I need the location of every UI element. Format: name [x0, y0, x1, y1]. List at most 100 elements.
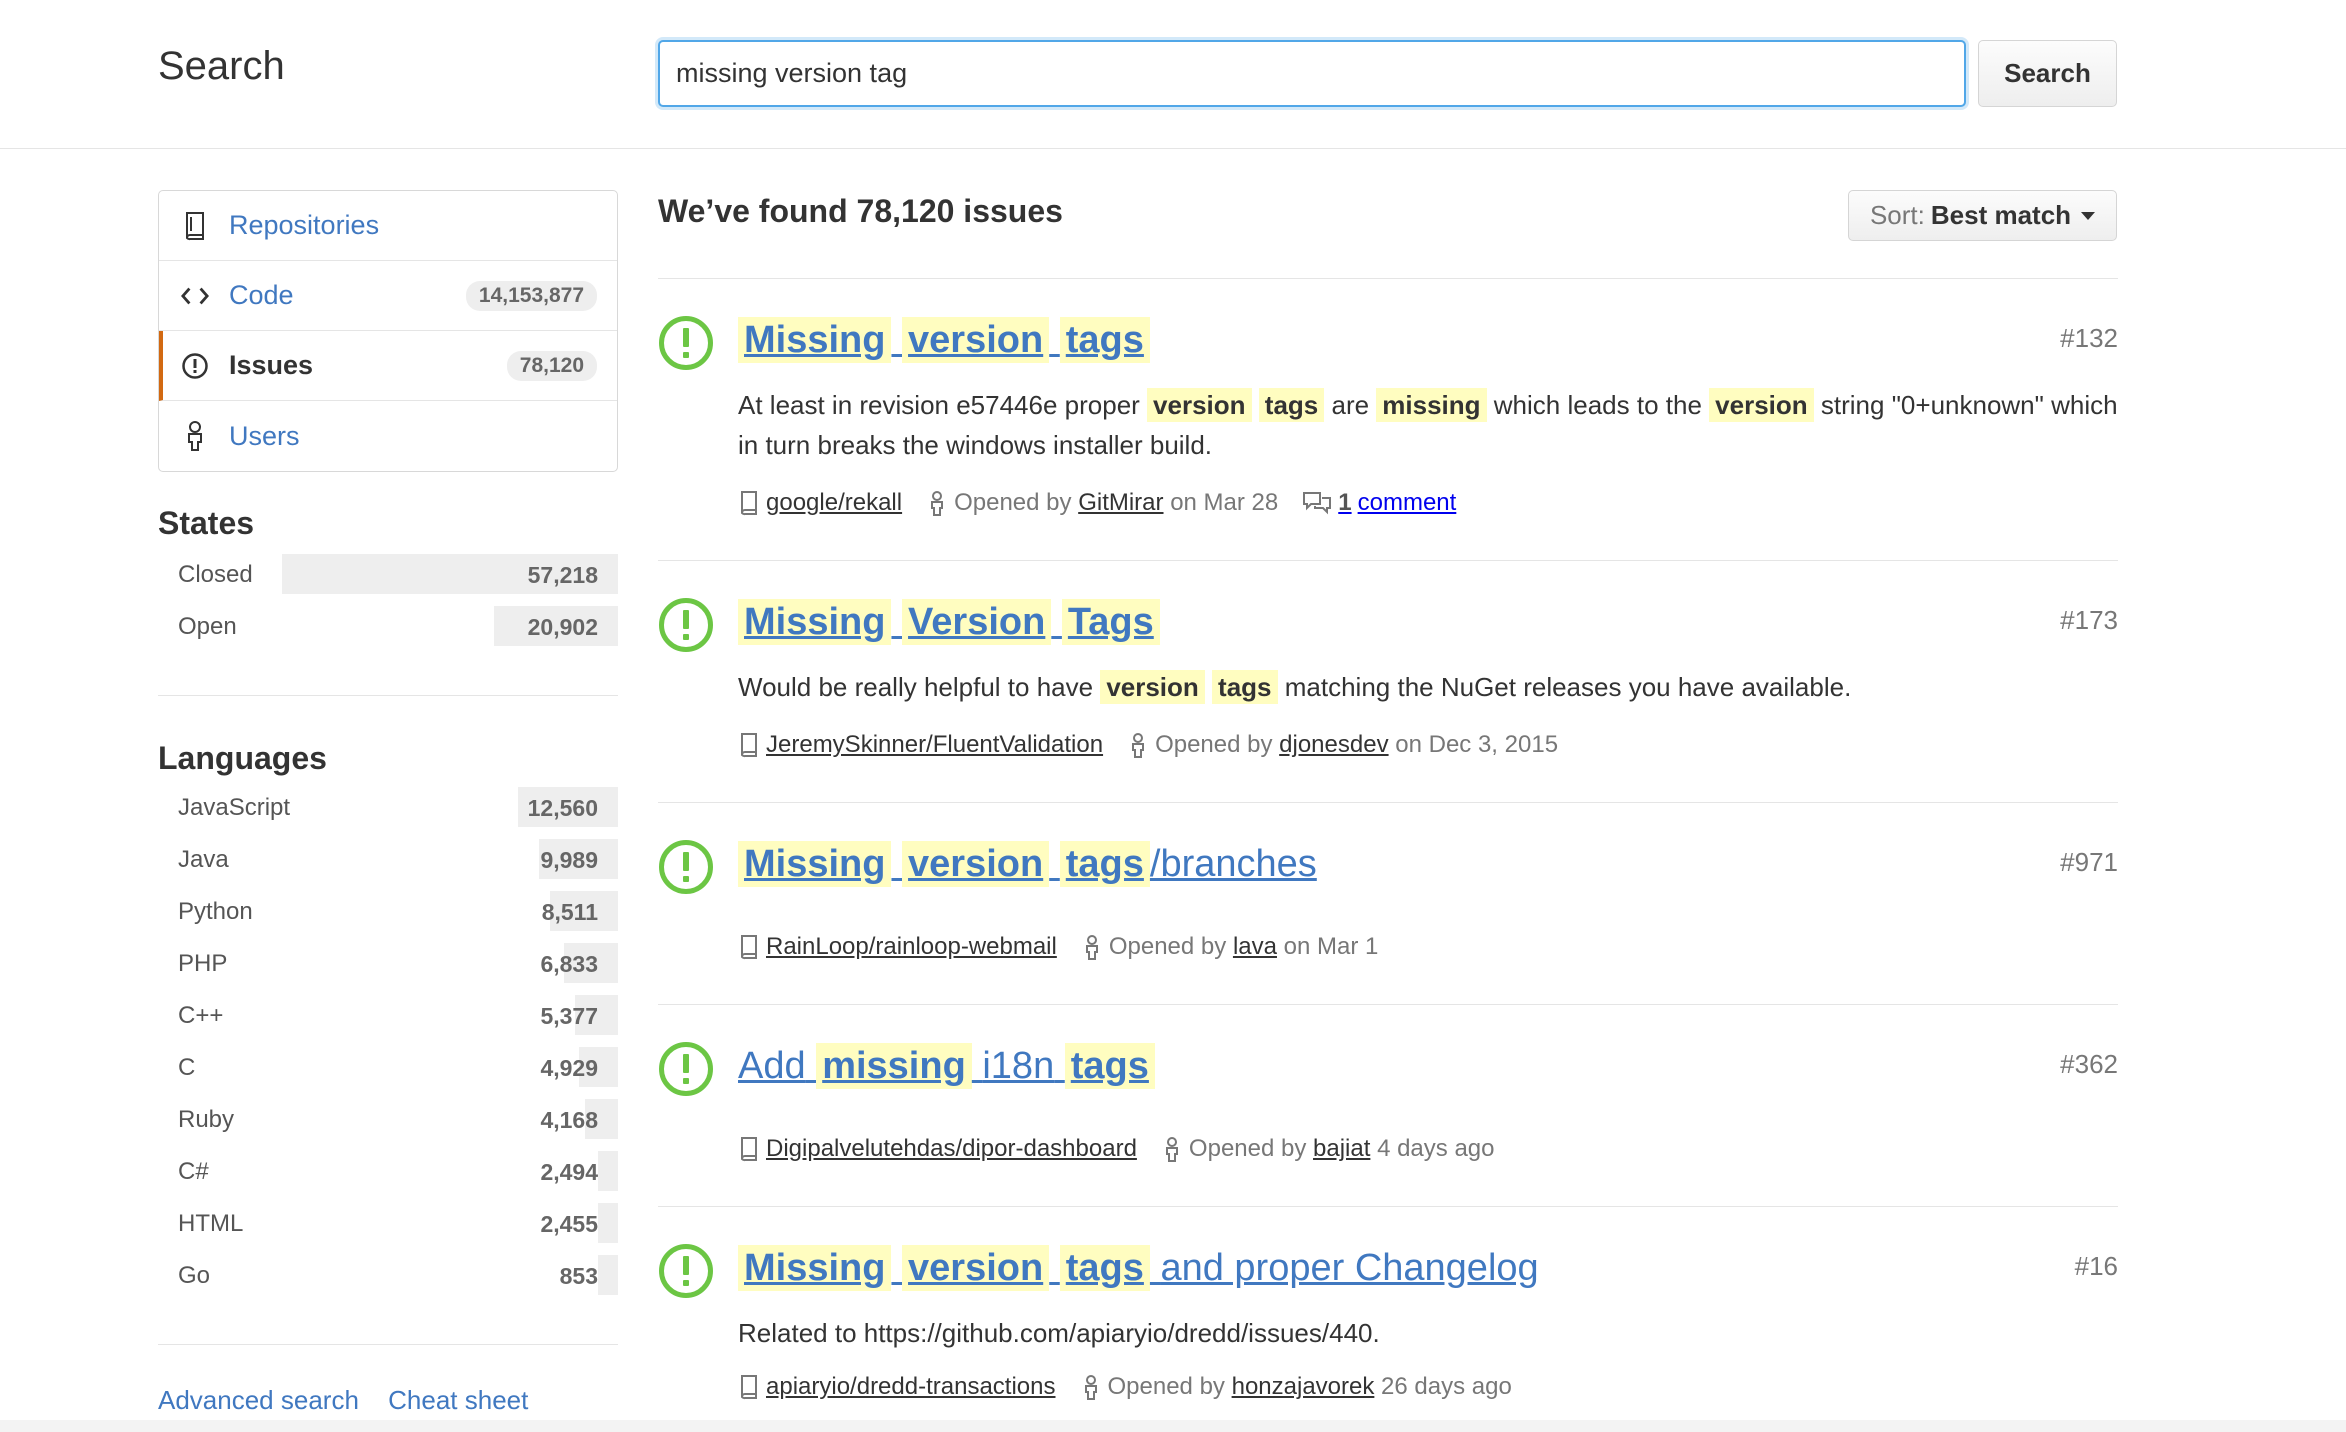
nav-label-code: Code — [229, 280, 294, 310]
facet-language-go[interactable]: Go 853 — [158, 1255, 618, 1295]
repo-link[interactable]: RainLoop/rainloop-webmail — [766, 933, 1057, 961]
facet-count: 20,902 — [527, 614, 598, 640]
person-icon — [1161, 1136, 1183, 1162]
facet-count: 2,494 — [540, 1159, 598, 1185]
repo-link[interactable]: apiaryio/dredd-transactions — [766, 1373, 1056, 1401]
search-input[interactable] — [658, 40, 1966, 107]
cheat-sheet-link[interactable]: Cheat sheet — [388, 1385, 528, 1415]
issue-body: Related to https://github.com/apiaryio/d… — [738, 1313, 2118, 1353]
title-text: i18n — [982, 1045, 1055, 1087]
nav-item-code[interactable]: Code 14,153,877 — [159, 261, 617, 331]
nav-item-users[interactable]: Users — [159, 401, 617, 471]
highlighted-term: missing — [1376, 388, 1487, 422]
page-title: Search — [158, 44, 285, 88]
issue-number: #362 — [2060, 1049, 2118, 1079]
opened-info: Opened by lava on Mar 1 — [1081, 933, 1379, 961]
body-text: At least in revision e57446e proper — [738, 390, 1140, 420]
author-link[interactable]: lava — [1233, 933, 1277, 961]
facet-state-open[interactable]: Open 20,902 — [158, 606, 618, 646]
author-link[interactable]: djonesdev — [1279, 731, 1388, 759]
facet-label: Ruby — [178, 1106, 235, 1133]
facet-language-c[interactable]: C 4,929 — [158, 1047, 618, 1087]
footer-links: Advanced search Cheat sheet — [158, 1385, 550, 1416]
facet-count: 6,833 — [540, 951, 598, 977]
opened-when: on Mar 1 — [1283, 933, 1379, 960]
issue-opened-icon — [658, 315, 714, 371]
opened-when: on Dec 3, 2015 — [1395, 731, 1559, 758]
comments-link[interactable]: 1 comment — [1302, 489, 1456, 517]
facet-label: Java — [178, 846, 229, 873]
facet-language-ruby[interactable]: Ruby 4,168 — [158, 1099, 618, 1139]
languages-title: Languages — [158, 740, 327, 776]
opened-by-label: Opened by — [954, 489, 1072, 516]
nav-label-repositories: Repositories — [229, 210, 380, 240]
facet-bar — [598, 1255, 618, 1295]
issue-body: At least in revision e57446e proper vers… — [738, 385, 2118, 465]
nav-item-repositories[interactable]: Repositories — [159, 191, 617, 261]
sidebar-divider — [158, 1344, 618, 1345]
sort-dropdown[interactable]: Sort: Best match — [1848, 190, 2117, 241]
issue-meta: RainLoop/rainloop-webmail Opened by lava … — [738, 933, 1402, 961]
search-button[interactable]: Search — [1978, 40, 2117, 107]
facet-language-java[interactable]: Java 9,989 — [158, 839, 618, 879]
opened-info: Opened by GitMirar on Mar 28 — [926, 489, 1278, 517]
author-link[interactable]: GitMirar — [1078, 489, 1163, 517]
comment-label: comment — [1357, 489, 1457, 516]
nav-count-code: 14,153,877 — [465, 280, 597, 311]
author-link[interactable]: bajiat — [1313, 1135, 1370, 1163]
facet-label: Python — [178, 898, 253, 925]
issue-title-link[interactable]: Missing version tags and proper Changelo… — [738, 1245, 1539, 1291]
person-icon — [181, 420, 209, 452]
facet-label: JavaScript — [178, 794, 291, 821]
facet-label: Closed — [178, 561, 253, 588]
facet-label: PHP — [178, 950, 228, 977]
top-bar: Search Search — [0, 0, 2346, 149]
facet-language-javascript[interactable]: JavaScript 12,560 — [158, 787, 618, 827]
issue-number: #16 — [2074, 1251, 2118, 1281]
issue-title-link[interactable]: Add missing i18n tags — [738, 1043, 1155, 1089]
highlighted-term: Missing — [738, 599, 892, 645]
person-icon — [1080, 1374, 1102, 1400]
sidebar-divider — [158, 695, 618, 696]
issue-result: Missing version tags and proper Changelo… — [658, 1206, 2118, 1432]
facet-count: 5,377 — [540, 1003, 598, 1029]
facet-language-c-[interactable]: C# 2,494 — [158, 1151, 618, 1191]
advanced-search-link[interactable]: Advanced search — [158, 1385, 359, 1415]
repo-link[interactable]: JeremySkinner/FluentValidation — [766, 731, 1103, 759]
person-icon — [1127, 732, 1149, 758]
facet-count: 4,168 — [540, 1107, 598, 1133]
facet-language-php[interactable]: PHP 6,833 — [158, 943, 618, 983]
title-text: /branches — [1149, 843, 1317, 885]
results-heading: We’ve found 78,120 issues — [658, 193, 1063, 229]
nav-item-issues[interactable]: Issues 78,120 — [159, 331, 617, 401]
facet-language-c-[interactable]: C++ 5,377 — [158, 995, 618, 1035]
highlighted-term: Missing — [738, 317, 892, 363]
facet-count: 853 — [559, 1263, 598, 1289]
repo-link[interactable]: Digipalvelutehdas/dipor-dashboard — [766, 1135, 1137, 1163]
author-link[interactable]: honzajavorek — [1232, 1373, 1375, 1401]
highlighted-term: tags — [1059, 317, 1150, 363]
issue-number: #132 — [2060, 323, 2118, 353]
issue-opened-icon — [658, 1243, 714, 1299]
opened-info: Opened by djonesdev on Dec 3, 2015 — [1127, 731, 1558, 759]
issue-body: Would be really helpful to have version … — [738, 667, 2118, 707]
title-text: Add — [738, 1045, 806, 1087]
issue-meta: google/rekall Opened by GitMirar on Mar 2… — [738, 489, 1456, 517]
issue-opened-icon — [658, 597, 714, 653]
facet-language-python[interactable]: Python 8,511 — [158, 891, 618, 931]
facet-state-closed[interactable]: Closed 57,218 — [158, 554, 618, 594]
highlighted-term: missing — [816, 1043, 972, 1089]
caret-down-icon — [2081, 211, 2096, 220]
issue-meta: Digipalvelutehdas/dipor-dashboard Opened … — [738, 1135, 1518, 1163]
highlighted-term: Tags — [1061, 599, 1160, 645]
issue-title-link[interactable]: Missing version tags — [738, 317, 1150, 363]
sort-value: Best match — [1930, 200, 2072, 230]
issue-title-link[interactable]: Missing version tags/branches — [738, 841, 1317, 887]
repo-icon — [738, 1136, 760, 1162]
opened-by-label: Opened by — [1155, 731, 1273, 758]
issue-title-link[interactable]: Missing Version Tags — [738, 599, 1160, 645]
highlighted-term: version — [902, 317, 1050, 363]
facet-language-html[interactable]: HTML 2,455 — [158, 1203, 618, 1243]
repo-link[interactable]: google/rekall — [766, 489, 902, 517]
person-icon — [926, 490, 948, 516]
